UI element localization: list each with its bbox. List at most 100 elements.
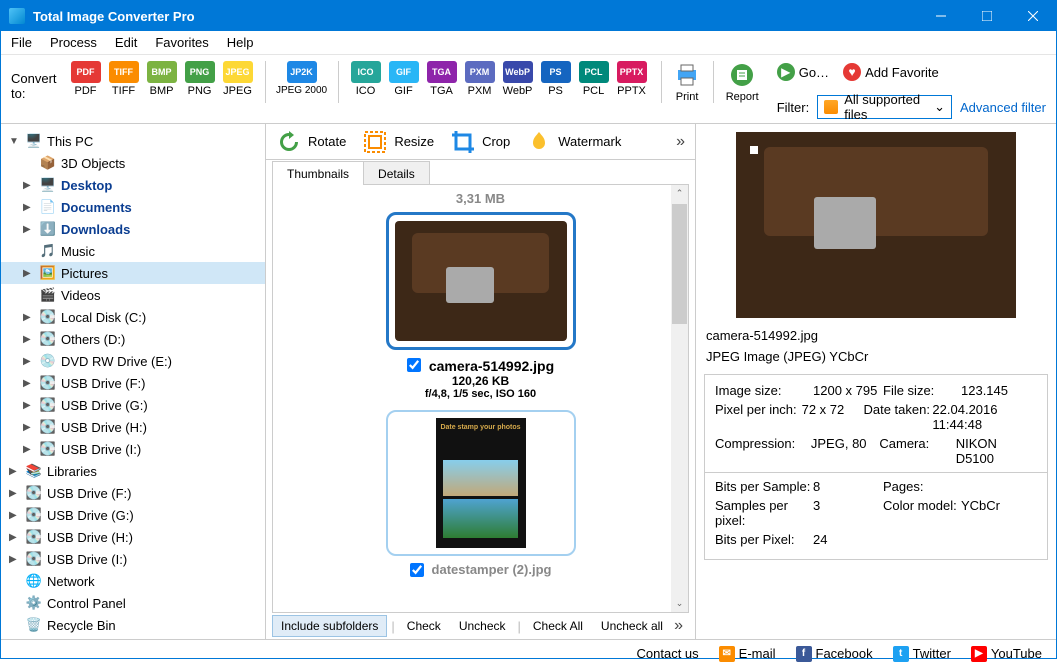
menu-process[interactable]: Process (50, 35, 97, 50)
check-all-button[interactable]: Check All (525, 616, 591, 636)
tree-item[interactable]: ▶💽USB Drive (I:) (1, 548, 265, 570)
format-tiff[interactable]: TIFFTIFF (107, 61, 141, 103)
folder-icon: 🌐 (25, 573, 43, 589)
thumb-checkbox[interactable] (407, 358, 421, 372)
tree-item[interactable]: ▶💽USB Drive (G:) (1, 394, 265, 416)
format-gif[interactable]: GIFGIF (387, 61, 421, 103)
expand-icon[interactable]: ▶ (23, 268, 35, 279)
thumbnail-card[interactable]: Date stamp your photos (386, 410, 576, 556)
email-link[interactable]: ✉E-mail (719, 646, 776, 662)
format-bmp[interactable]: BMPBMP (145, 61, 179, 103)
menu-help[interactable]: Help (227, 35, 254, 50)
expand-icon[interactable]: ▶ (23, 444, 35, 455)
format-ps[interactable]: PSPS (539, 61, 573, 103)
report-button[interactable]: Report (726, 61, 759, 103)
minimize-button[interactable] (918, 1, 964, 31)
tree-item[interactable]: 📦3D Objects (1, 152, 265, 174)
tree-item[interactable]: ▶💽USB Drive (I:) (1, 438, 265, 460)
tree-item[interactable]: ▶🖼️Pictures (1, 262, 265, 284)
menu-file[interactable]: File (11, 35, 32, 50)
tree-item[interactable]: ▶💽Others (D:) (1, 328, 265, 350)
expand-icon[interactable]: ▶ (23, 202, 35, 213)
preview-properties: Image size:1200 x 795File size:123.145Pi… (704, 374, 1048, 560)
format-pxm[interactable]: PXMPXM (463, 61, 497, 103)
include-subfolders-button[interactable]: Include subfolders (272, 615, 387, 637)
crop-button[interactable]: Crop (450, 129, 510, 155)
tab-details[interactable]: Details (363, 161, 430, 185)
expand-icon[interactable]: ▶ (9, 532, 21, 543)
tree-item[interactable]: 🎬Videos (1, 284, 265, 306)
check-button[interactable]: Check (399, 616, 449, 636)
expand-icon[interactable]: ▶ (23, 224, 35, 235)
tree-item[interactable]: ▶📚Libraries (1, 460, 265, 482)
tree-item[interactable]: ▶🖥️Desktop (1, 174, 265, 196)
folder-icon: 🎬 (39, 287, 57, 303)
tree-item[interactable]: ▶📄Documents (1, 196, 265, 218)
tree-item[interactable]: 🌐Network (1, 570, 265, 592)
expand-icon[interactable]: ▼ (9, 136, 21, 147)
expand-icon[interactable]: ▶ (23, 400, 35, 411)
thumbnail-view[interactable]: 3,31 MB camera-514992.jpg 120,26 KB f/4,… (272, 184, 689, 613)
advanced-filter-link[interactable]: Advanced filter (960, 100, 1046, 115)
expand-button[interactable]: » (676, 133, 685, 151)
scroll-up-button[interactable]: ⌃ (671, 185, 688, 202)
tree-item[interactable]: 🗑️Recycle Bin (1, 614, 265, 636)
resize-button[interactable]: Resize (362, 129, 434, 155)
tree-item[interactable]: ▶💽USB Drive (G:) (1, 504, 265, 526)
thumbnail-card-selected[interactable] (386, 212, 576, 350)
property-row: Pixel per inch:72 x 72Date taken:22.04.2… (715, 402, 1037, 432)
thumb-checkbox[interactable] (410, 563, 424, 577)
format-tga[interactable]: TGATGA (425, 61, 459, 103)
expand-button[interactable]: » (674, 617, 689, 635)
format-webp[interactable]: WebPWebP (501, 61, 535, 103)
tab-thumbnails[interactable]: Thumbnails (272, 161, 364, 185)
print-button[interactable]: Print (673, 61, 701, 103)
tree-item[interactable]: ▶⬇️Downloads (1, 218, 265, 240)
format-pptx[interactable]: PPTXPPTX (615, 61, 649, 103)
twitter-link[interactable]: tTwitter (893, 646, 951, 662)
tree-item[interactable]: ▶💽USB Drive (H:) (1, 526, 265, 548)
uncheck-all-button[interactable]: Uncheck all (593, 616, 671, 636)
go-button[interactable]: ▶Go… (777, 63, 829, 81)
scroll-thumb[interactable] (672, 204, 687, 324)
expand-icon[interactable]: ▶ (9, 488, 21, 499)
tree-item[interactable]: ▶💽USB Drive (H:) (1, 416, 265, 438)
menu-favorites[interactable]: Favorites (155, 35, 208, 50)
format-jpeg2000[interactable]: JP2KJPEG 2000 (276, 61, 328, 103)
format-jpeg[interactable]: JPEGJPEG (221, 61, 255, 103)
convert-label: Convert to: (11, 61, 63, 101)
expand-icon[interactable]: ▶ (9, 554, 21, 565)
youtube-link[interactable]: ▶YouTube (971, 646, 1042, 662)
property-row: Samples per pixel:3Color model:YCbCr (715, 498, 1037, 528)
tree-item[interactable]: ▼🖥️This PC (1, 130, 265, 152)
expand-icon[interactable]: ▶ (9, 510, 21, 521)
expand-icon[interactable]: ▶ (9, 466, 21, 477)
format-pdf[interactable]: PDFPDF (69, 61, 103, 103)
format-png[interactable]: PNGPNG (183, 61, 217, 103)
tree-item[interactable]: ▶💽USB Drive (F:) (1, 372, 265, 394)
expand-icon[interactable]: ▶ (23, 356, 35, 367)
tree-item[interactable]: ▶💽Local Disk (C:) (1, 306, 265, 328)
expand-icon[interactable]: ▶ (23, 312, 35, 323)
uncheck-button[interactable]: Uncheck (451, 616, 514, 636)
expand-icon[interactable]: ▶ (23, 378, 35, 389)
close-button[interactable] (1010, 1, 1056, 31)
watermark-button[interactable]: Watermark (526, 129, 621, 155)
tree-item[interactable]: ⚙️Control Panel (1, 592, 265, 614)
maximize-button[interactable] (964, 1, 1010, 31)
format-ico[interactable]: ICOICO (349, 61, 383, 103)
menu-edit[interactable]: Edit (115, 35, 137, 50)
expand-icon[interactable]: ▶ (23, 334, 35, 345)
scrollbar[interactable]: ⌃ ⌄ (671, 185, 688, 612)
tree-item[interactable]: ▶💿DVD RW Drive (E:) (1, 350, 265, 372)
tree-item[interactable]: ▶💽USB Drive (F:) (1, 482, 265, 504)
facebook-link[interactable]: fFacebook (796, 646, 873, 662)
tree-item[interactable]: 🎵Music (1, 240, 265, 262)
filter-combo[interactable]: All supported files ⌄ (817, 95, 952, 119)
expand-icon[interactable]: ▶ (23, 422, 35, 433)
add-favorite-button[interactable]: ♥Add Favorite (843, 63, 939, 81)
format-pcl[interactable]: PCLPCL (577, 61, 611, 103)
expand-icon[interactable]: ▶ (23, 180, 35, 191)
rotate-button[interactable]: Rotate (276, 129, 346, 155)
scroll-down-button[interactable]: ⌄ (671, 595, 688, 612)
